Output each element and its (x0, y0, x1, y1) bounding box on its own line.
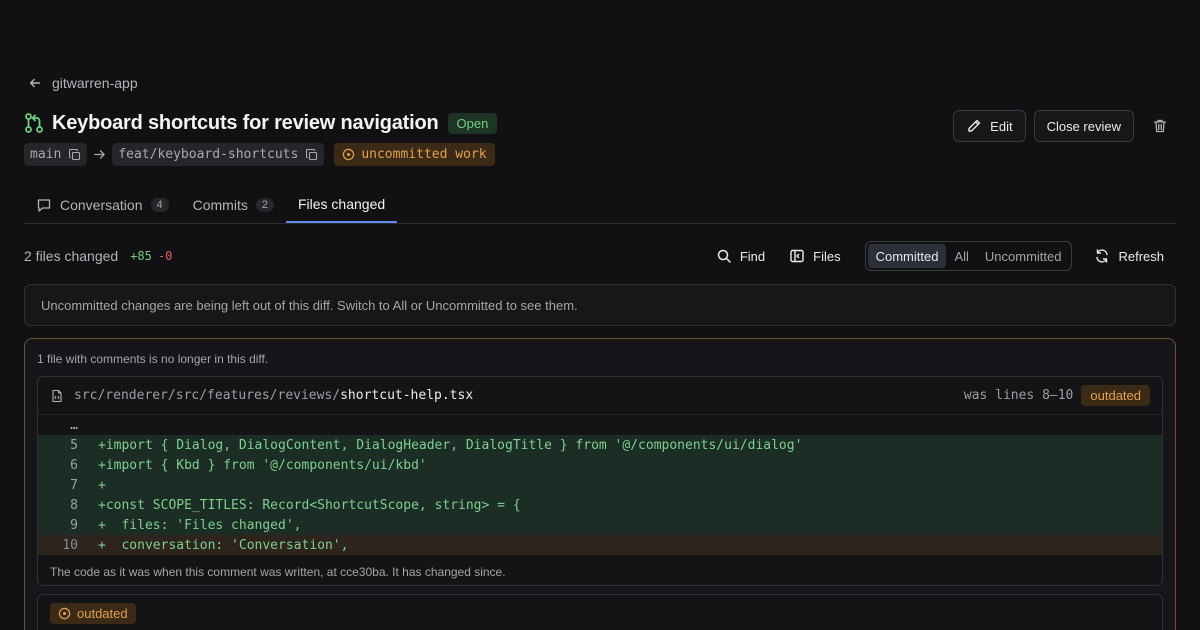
refresh-icon (1096, 249, 1109, 263)
comment-icon (37, 198, 51, 212)
was-lines: was lines 8–10 (963, 388, 1074, 403)
search-icon (717, 249, 731, 263)
refresh-label: Refresh (1118, 248, 1164, 264)
status-badge: Open (447, 112, 498, 134)
ellipsis: … (70, 417, 78, 433)
line-number: 8 (70, 497, 78, 513)
sidebar-icon (790, 249, 804, 263)
arrow-right-icon (94, 150, 106, 159)
title-row: Keyboard shortcuts for review navigation… (24, 110, 498, 136)
head-branch: feat/keyboard-shortcuts (112, 143, 325, 166)
code-snippet: … 5 +import { Dialog, DialogContent, Dia… (38, 415, 1162, 555)
file-header: src/renderer/src/features/reviews/shortc… (38, 377, 1162, 415)
uncommitted-badge: uncommitted work (334, 143, 495, 166)
tab-files-changed-label: Files changed (297, 195, 386, 212)
comment-outdated-badge: outdated (50, 603, 136, 624)
uncommitted-label: uncommitted work (361, 147, 487, 162)
copy-icon[interactable] (69, 148, 81, 161)
clock-icon (58, 607, 71, 620)
diff-toolbar: 2 files changed +85 -0 Find Files Commit… (24, 240, 1176, 272)
files-changed-count: 2 files changed (24, 248, 119, 264)
arrow-left-icon (29, 78, 41, 88)
comment-outdated-label: outdated (77, 606, 128, 621)
back-link[interactable]: gitwarren-app (28, 75, 138, 91)
code-line: 6 +import { Kbd } from '@/components/ui/… (38, 455, 1162, 475)
find-button[interactable]: Find (704, 241, 777, 271)
page-title: Keyboard shortcuts for review navigation (52, 111, 439, 134)
line-number: 5 (70, 437, 78, 453)
code-line: 5 +import { Dialog, DialogContent, Dialo… (38, 435, 1162, 455)
close-review-label: Close review (1046, 118, 1121, 134)
tab-conversation-label: Conversation (60, 196, 143, 213)
code-ellipsis-row: … (38, 415, 1162, 435)
line-code: + (98, 477, 106, 493)
tab-commits-label: Commits (192, 196, 248, 213)
tab-conversation[interactable]: Conversation 4 (24, 186, 181, 223)
line-number: 7 (70, 477, 78, 493)
tab-conversation-count: 4 (150, 197, 169, 212)
outdated-comment-thread: outdated (37, 594, 1163, 630)
files-label: Files (813, 248, 841, 264)
pull-request-icon (25, 113, 43, 133)
delete-button[interactable] (1144, 110, 1176, 142)
head-branch-label: feat/keyboard-shortcuts (118, 147, 299, 162)
code-file-icon (52, 389, 62, 402)
line-number: 9 (70, 517, 78, 533)
line-code: +const SCOPE_TITLES: Record<ShortcutScop… (98, 497, 521, 513)
files-button[interactable]: Files (777, 241, 852, 271)
code-line: 7 + (38, 475, 1162, 495)
segment-committed[interactable]: Committed (867, 244, 947, 268)
code-line-highlighted: 10 + conversation: 'Conversation', (38, 535, 1162, 555)
tab-commits-count: 2 (255, 197, 274, 212)
find-label: Find (739, 248, 766, 264)
edit-button[interactable]: Edit (953, 110, 1026, 142)
line-code: +import { Kbd } from '@/components/ui/kb… (98, 457, 427, 473)
line-code: + files: 'Files changed', (98, 517, 302, 533)
uncommitted-notice: Uncommitted changes are being left out o… (24, 284, 1176, 326)
line-code: + conversation: 'Conversation', (98, 537, 349, 553)
copy-icon[interactable] (306, 148, 318, 161)
branch-row: main feat/keyboard-shortcuts uncommitted… (24, 143, 495, 166)
header-actions: Edit Close review (953, 110, 1176, 142)
segment-uncommitted[interactable]: Uncommitted (977, 244, 1070, 268)
clock-icon (343, 148, 355, 161)
tab-bar: Conversation 4 Commits 2 Files changed (24, 186, 1176, 224)
trash-icon (1153, 119, 1167, 133)
base-branch-label: main (30, 147, 62, 162)
code-line: 9 + files: 'Files changed', (38, 515, 1162, 535)
segment-all[interactable]: All (946, 244, 976, 268)
code-line: 8 +const SCOPE_TITLES: Record<ShortcutSc… (38, 495, 1162, 515)
line-number: 10 (62, 537, 78, 553)
tab-commits[interactable]: Commits 2 (181, 186, 286, 223)
outdated-note: 1 file with comments is no longer in thi… (37, 352, 269, 366)
file-name[interactable]: shortcut-help.tsx (340, 388, 473, 403)
edit-label: Edit (990, 118, 1013, 134)
deletions-count: -0 (157, 249, 173, 263)
line-code: +import { Dialog, DialogContent, DialogH… (98, 437, 803, 453)
back-link-label: gitwarren-app (52, 75, 138, 91)
snapshot-note: The code as it was when this comment was… (50, 565, 506, 579)
outdated-comments-panel: 1 file with comments is no longer in thi… (24, 338, 1176, 630)
base-branch: main (24, 143, 88, 166)
pencil-icon (968, 119, 981, 132)
file-path-dir: src/renderer/src/features/reviews/ (74, 388, 341, 403)
outdated-badge: outdated (1081, 385, 1150, 406)
line-number: 6 (70, 457, 78, 473)
refresh-button[interactable]: Refresh (1082, 241, 1176, 271)
tab-files-changed[interactable]: Files changed (285, 186, 398, 223)
diff-scope-toggle: Committed All Uncommitted (864, 241, 1073, 271)
outdated-file-card: src/renderer/src/features/reviews/shortc… (37, 376, 1163, 586)
close-review-button[interactable]: Close review (1033, 110, 1134, 142)
additions-count: +85 (130, 249, 152, 263)
